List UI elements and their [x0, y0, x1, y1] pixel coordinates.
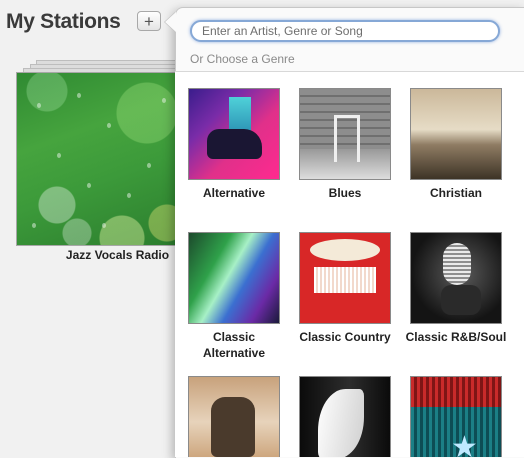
alternative-thumbnail	[188, 88, 280, 180]
station-artwork-jazz-vocals[interactable]	[16, 72, 178, 246]
genre-tile-row3-3[interactable]: ★	[400, 376, 512, 457]
blues-thumbnail	[299, 88, 391, 180]
genre-tile-row3-2[interactable]	[289, 376, 401, 457]
search-input[interactable]	[190, 20, 500, 42]
page-title: My Stations	[6, 10, 121, 33]
genre-label: Classic R&B/Soul	[405, 330, 507, 344]
genre-label: Alternative	[202, 186, 266, 200]
genre-tile-christian[interactable]: Christian	[400, 88, 512, 201]
neon-star-thumbnail: ★	[410, 376, 502, 457]
christian-thumbnail	[410, 88, 502, 180]
genre-heading: Or Choose a Genre	[190, 52, 295, 66]
genre-tile-classic-alternative[interactable]: Classic Alternative	[178, 232, 290, 361]
genre-tile-row3-1[interactable]	[178, 376, 290, 457]
genre-grid: Alternative Blues Christian Classic Alte…	[175, 72, 524, 457]
genre-tile-alternative[interactable]: Alternative	[178, 88, 290, 201]
genre-label: Classic Country	[299, 330, 391, 344]
popover-arrow	[165, 12, 176, 32]
genre-label: Classic Alternative	[202, 330, 266, 360]
genre-tile-blues[interactable]: Blues	[289, 88, 401, 201]
add-station-button[interactable]: +	[137, 11, 161, 31]
classic-alternative-thumbnail	[188, 232, 280, 324]
classic-country-thumbnail	[299, 232, 391, 324]
genre-tile-classic-rnb-soul[interactable]: Classic R&B/Soul	[400, 232, 512, 345]
genre-label: Blues	[328, 186, 362, 200]
classic-rnb-soul-thumbnail	[410, 232, 502, 324]
genre-tile-classic-country[interactable]: Classic Country	[289, 232, 401, 345]
genre-label: Christian	[429, 186, 482, 200]
motorcycle-thumbnail	[188, 376, 280, 457]
calla-lily-thumbnail	[299, 376, 391, 457]
